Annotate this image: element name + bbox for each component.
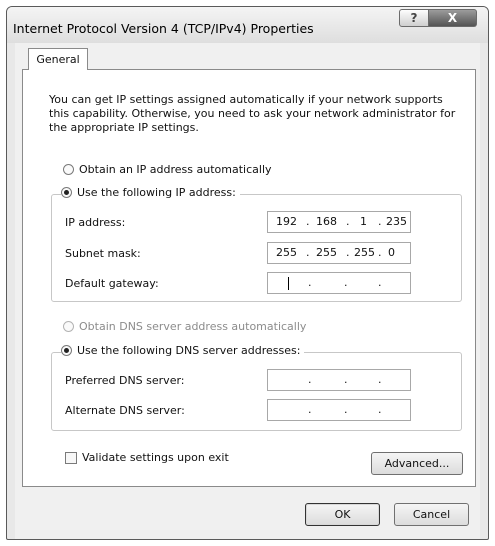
default-gateway-field[interactable]: . . . (267, 272, 411, 294)
radio-label: Obtain DNS server address automatically (79, 320, 307, 333)
ok-button[interactable]: OK (305, 503, 380, 526)
default-gateway-label: Default gateway: (65, 277, 159, 290)
radio-indicator (61, 345, 72, 356)
use-following-dns-radio[interactable]: Use the following DNS server addresses: (61, 344, 305, 357)
radio-label: Obtain an IP address automatically (79, 163, 272, 176)
subnet-mask-field[interactable]: 255 . 255 . 255 . 0 (267, 242, 411, 264)
help-button[interactable]: ? (399, 9, 429, 27)
alternate-dns-label: Alternate DNS server: (65, 404, 185, 417)
ip-address-field[interactable]: 192 . 168 . 1 . 235 (267, 211, 411, 233)
obtain-ip-automatically-radio[interactable]: Obtain an IP address automatically (63, 163, 272, 176)
close-button[interactable]: X (429, 9, 477, 27)
advanced-button[interactable]: Advanced... (371, 452, 463, 475)
tab-general[interactable]: General (28, 48, 88, 70)
text-cursor (288, 277, 289, 290)
radio-indicator (63, 164, 74, 175)
use-following-ip-radio[interactable]: Use the following IP address: (61, 186, 240, 199)
radio-indicator (61, 187, 72, 198)
title-bar: Internet Protocol Version 4 (TCP/IPv4) P… (7, 7, 488, 43)
radio-indicator (63, 321, 74, 332)
preferred-dns-field[interactable]: . . . (267, 369, 411, 391)
obtain-dns-automatically-radio[interactable]: Obtain DNS server address automatically (63, 320, 306, 333)
alternate-dns-field[interactable]: . . . (267, 399, 411, 421)
checkbox-indicator (65, 451, 77, 464)
radio-label: Use the following IP address: (77, 186, 236, 199)
window-title: Internet Protocol Version 4 (TCP/IPv4) P… (13, 21, 314, 36)
checkbox-label: Validate settings upon exit (82, 451, 229, 464)
description-text: You can get IP settings assigned automat… (49, 93, 456, 134)
ip-address-label: IP address: (65, 216, 126, 229)
validate-settings-checkbox[interactable]: Validate settings upon exit (65, 451, 229, 464)
preferred-dns-label: Preferred DNS server: (65, 374, 185, 387)
cancel-button[interactable]: Cancel (394, 503, 469, 526)
subnet-mask-label: Subnet mask: (65, 247, 141, 260)
radio-label: Use the following DNS server addresses: (77, 344, 301, 357)
